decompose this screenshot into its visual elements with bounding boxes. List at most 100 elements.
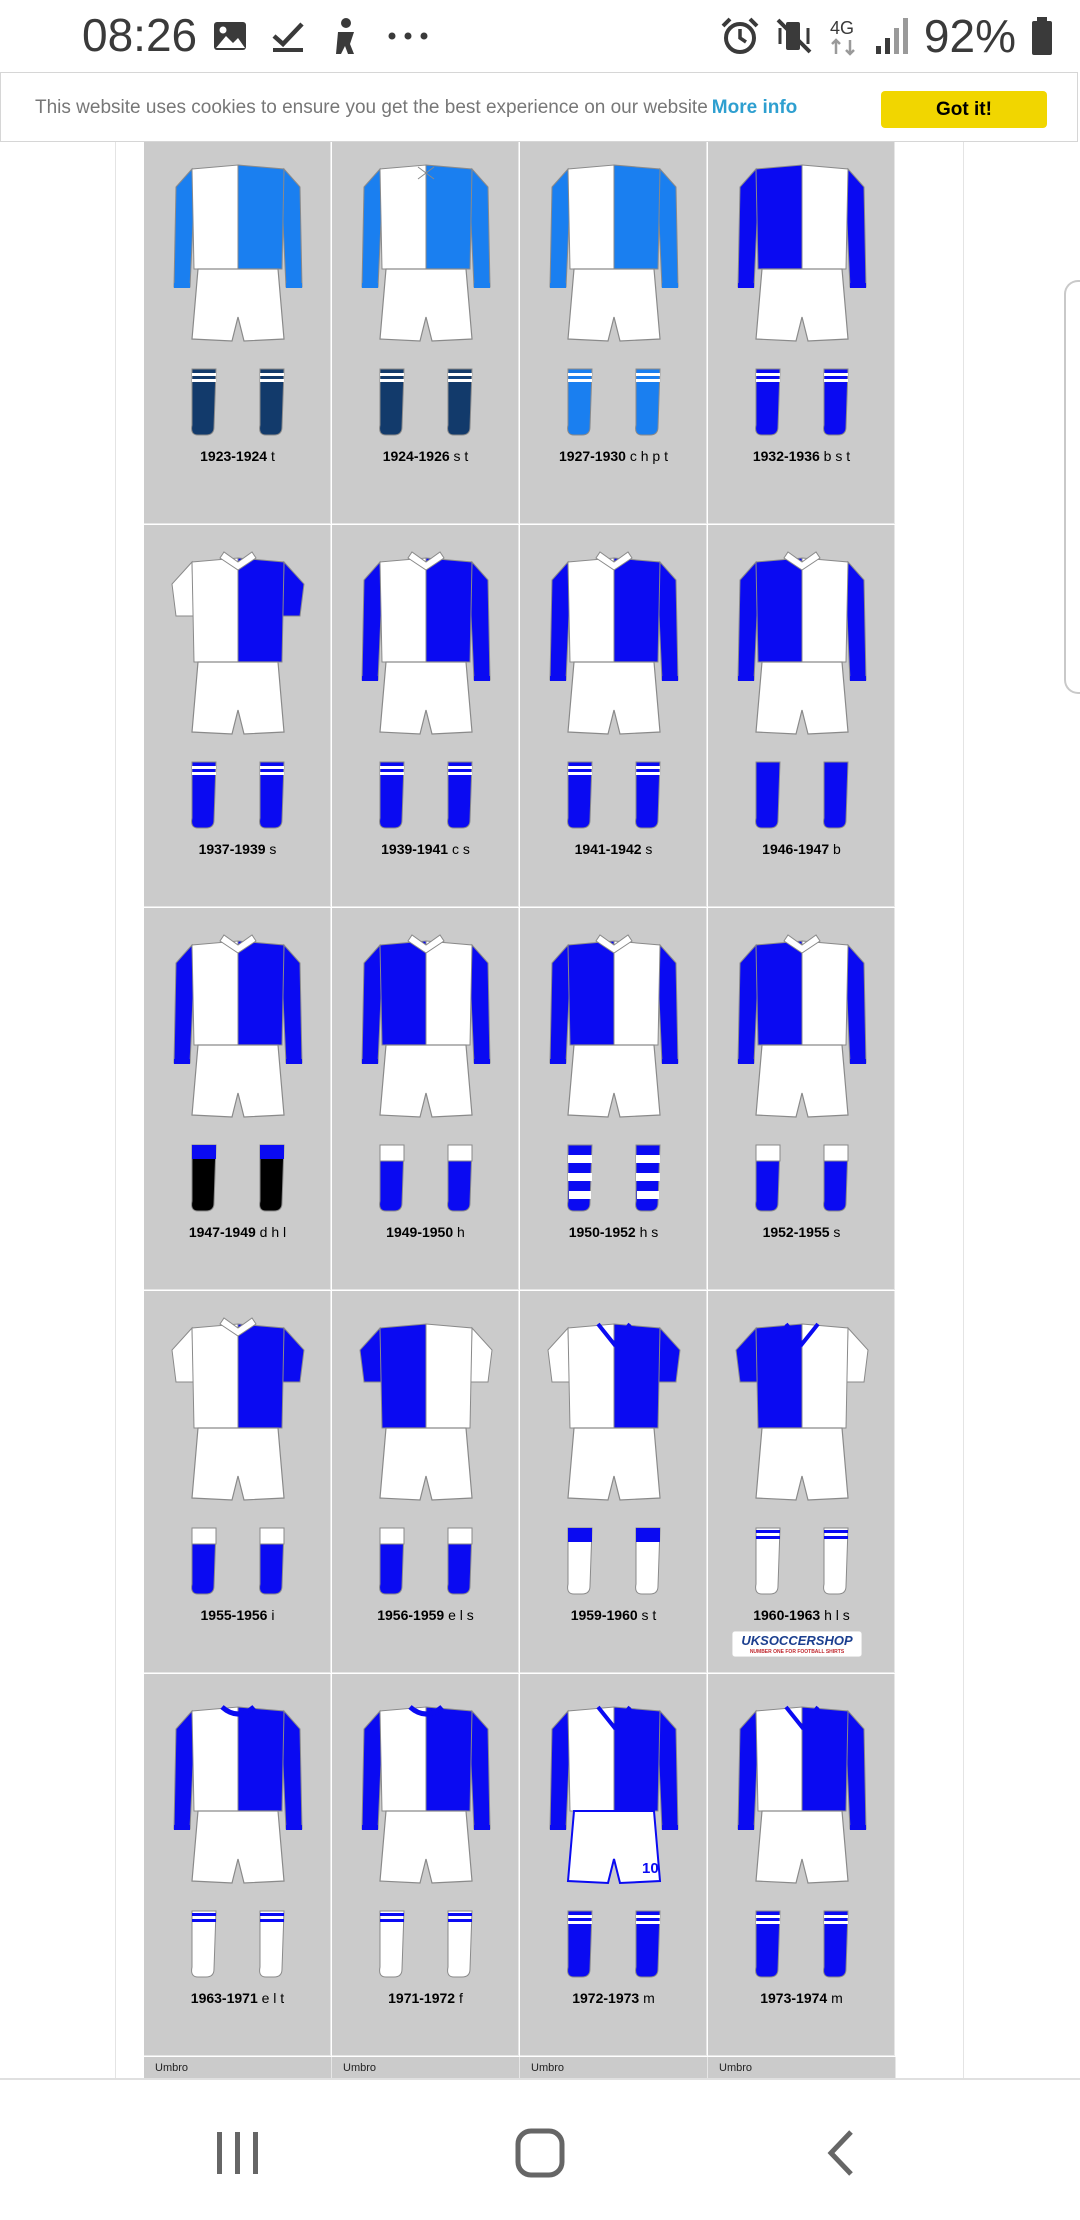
kit-notes: c h p t	[625, 448, 668, 464]
kit-years: 1952-1955	[762, 1224, 830, 1240]
kit-years: 1955-1956	[200, 1607, 268, 1623]
kit-illustration	[735, 1322, 869, 1595]
kit-years: 1956-1959	[377, 1607, 445, 1623]
kit-illustration	[361, 934, 491, 1212]
kit-notes: c s	[448, 841, 470, 857]
kit-cell: 1941-1942 s	[520, 525, 707, 907]
kit-caption: 1946-1947 b	[708, 841, 895, 857]
svg-text:4G: 4G	[830, 18, 854, 38]
kit-notes: s	[829, 1224, 841, 1240]
kit-cell: 1955-1956 i	[144, 1291, 331, 1673]
kit-cell: 1939-1941 c s	[332, 525, 519, 907]
status-time: 08:26	[82, 9, 198, 61]
kit-years: 1959-1960	[570, 1607, 638, 1623]
kit-maker-label: Umbro	[144, 2057, 332, 2079]
kit-illustration	[737, 1705, 867, 1978]
kit-illustration	[549, 164, 679, 436]
back-button[interactable]	[807, 2118, 877, 2188]
status-left-icons	[212, 14, 430, 58]
kit-illustration	[549, 551, 679, 829]
kit-caption: 1941-1942 s	[520, 841, 707, 857]
kit-years: 1927-1930	[559, 448, 626, 464]
kit-notes: b	[829, 841, 841, 857]
kit-caption: 1932-1936 b s t	[708, 448, 895, 464]
more-info-link[interactable]: More info	[712, 97, 798, 118]
kit-illustration	[173, 934, 303, 1212]
kit-cell: 1950-1952 h s	[520, 908, 707, 1290]
kit-illustration	[171, 1317, 305, 1595]
kit-cell: 1949-1950 h	[332, 908, 519, 1290]
kit-notes: s	[265, 841, 277, 857]
home-button[interactable]	[505, 2118, 575, 2188]
kit-years: 1971-1972	[388, 1990, 456, 2006]
content-rail-left	[115, 142, 116, 2078]
kit-illustration	[361, 164, 491, 436]
kit-cell: 1971-1972 f	[332, 1674, 519, 2056]
kit-years: 1947-1949	[188, 1224, 256, 1240]
kit-caption: 1963-1971 e l t	[144, 1990, 331, 2006]
cookie-message: This website uses cookies to ensure you …	[35, 97, 708, 118]
kit-caption: 1971-1972 f	[332, 1990, 519, 2006]
kit-years: 1941-1942	[574, 841, 642, 857]
kit-notes: f	[455, 1990, 463, 2006]
vibrate-mute-icon	[776, 18, 812, 54]
kit-cell: 1946-1947 b	[708, 525, 895, 907]
kit-years: 1937-1939	[198, 841, 266, 857]
kit-notes: s	[641, 841, 653, 857]
kit-caption: 1972-1973 m	[520, 1990, 707, 2006]
svg-text:UKSOCCERSHOP: UKSOCCERSHOP	[741, 1633, 853, 1648]
kit-illustration	[361, 551, 491, 829]
content-rail-right	[963, 142, 964, 2078]
kit-notes: i	[267, 1607, 275, 1623]
status-bar: 08:26 4G 92%	[0, 0, 1080, 72]
kit-notes: m	[827, 1990, 843, 2006]
battery-icon	[1032, 17, 1052, 55]
kit-cell: 1960-1963 h l s UKSOCCERSHOP NUMBER ONE FO…	[708, 1291, 895, 1673]
signal-icon	[875, 18, 908, 54]
kit-cell: 1973-1974 m	[708, 1674, 895, 2056]
status-right-icons: 4G 92%	[720, 8, 1054, 64]
4g-icon: 4G	[830, 18, 855, 56]
kit-years: 1924-1926	[382, 448, 450, 464]
recent-apps-button[interactable]	[203, 2118, 273, 2188]
kit-cell: 1947-1949 d h l	[144, 908, 331, 1290]
kit-notes: m	[639, 1990, 655, 2006]
alarm-icon	[721, 17, 759, 54]
kit-illustration	[547, 1322, 681, 1595]
kit-maker-label: Umbro	[708, 2057, 896, 2079]
kit-caption: 1937-1939 s	[144, 841, 331, 857]
kit-caption: 1950-1952 h s	[520, 1224, 707, 1240]
kit-illustration	[173, 164, 303, 436]
kit-illustration	[737, 164, 867, 436]
kit-caption: 1927-1930 c h p t	[520, 448, 707, 464]
kit-illustration	[173, 1705, 303, 1978]
page-content[interactable]: 1923-1924 t 1924-1926 s t 1927-1930 c h p …	[0, 142, 1080, 2079]
kit-cell: 1937-1939 s	[144, 525, 331, 907]
kit-caption: 1924-1926 s t	[332, 448, 519, 464]
kit-cell: 10 1972-1973 m	[520, 1674, 707, 2056]
kit-years: 1946-1947	[762, 841, 830, 857]
svg-text:NUMBER ONE FOR FOOTBALL SHIRTS: NUMBER ONE FOR FOOTBALL SHIRTS	[750, 1649, 845, 1655]
kit-years: 1963-1971	[190, 1990, 258, 2006]
kit-cell: 1923-1924 t	[144, 142, 331, 524]
got-it-button[interactable]: Got it!	[881, 91, 1047, 128]
kit-years: 1932-1936	[752, 448, 820, 464]
kit-notes: d h l	[255, 1224, 287, 1240]
kit-caption: 1955-1956 i	[144, 1607, 331, 1623]
kit-notes: h l s	[820, 1607, 850, 1623]
kit-cell: 1932-1936 b s t	[708, 142, 895, 524]
image-icon	[214, 22, 246, 50]
kit-years: 1949-1950	[386, 1224, 454, 1240]
uksoccershop-logo[interactable]: UKSOCCERSHOP NUMBER ONE FOR FOOTBALL SHIR…	[731, 1630, 863, 1658]
kit-notes: e l s	[444, 1607, 474, 1623]
kit-cell: 1959-1960 s t	[520, 1291, 707, 1673]
kit-caption: 1949-1950 h	[332, 1224, 519, 1240]
kit-cell: 1924-1926 s t	[332, 142, 519, 524]
kit-years: 1960-1963	[753, 1607, 821, 1623]
kit-maker-label: Umbro	[520, 2057, 708, 2079]
kit-years: 1973-1974	[760, 1990, 828, 2006]
kit-cell: 1927-1930 c h p t	[520, 142, 707, 524]
edge-panel-handle[interactable]	[1064, 280, 1080, 694]
navigation-bar	[0, 2078, 1080, 2220]
kit-cell: 1952-1955 s	[708, 908, 895, 1290]
